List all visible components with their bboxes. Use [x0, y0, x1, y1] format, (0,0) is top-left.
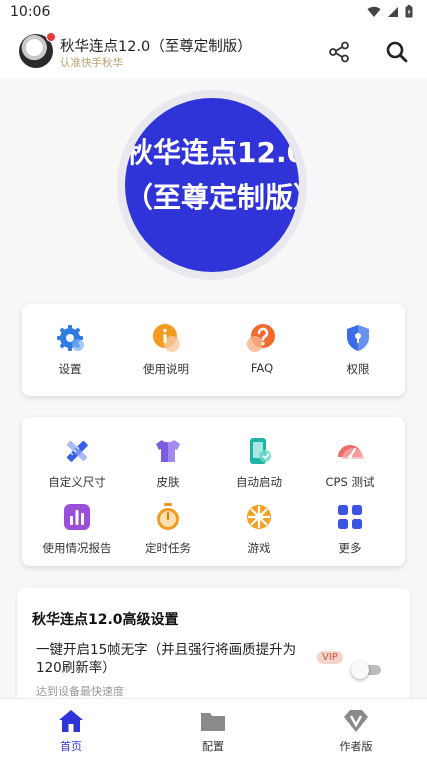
- quick-action-label: 权限: [346, 362, 370, 376]
- share-button[interactable]: [326, 39, 352, 65]
- quick-action-settings[interactable]: 设置: [22, 322, 118, 377]
- status-time: 10:06: [10, 4, 51, 20]
- vip-badge: VIP: [317, 651, 343, 664]
- app-title: 秋华连点12.0（至尊定制版）: [60, 39, 252, 55]
- app-bar: 秋华连点12.0（至尊定制版） 认准快手秋华: [0, 26, 427, 78]
- tool-label: 自定义尺寸: [48, 475, 106, 489]
- question-icon: [247, 324, 275, 352]
- shield-icon: [347, 325, 369, 351]
- nav-config[interactable]: 配置: [173, 709, 253, 754]
- toggle-knob: [351, 661, 369, 679]
- tool-label: 更多: [338, 541, 362, 555]
- tool-auto-start[interactable]: 自动启动: [211, 435, 307, 490]
- home-icon: [59, 710, 83, 732]
- advanced-settings-card: 秋华连点12.0高级设置 一键开启15帧无字（并且强行将画质提升为120刷新率）…: [17, 588, 410, 698]
- game-wheel-icon: [247, 505, 271, 529]
- tool-label: 游戏: [247, 541, 271, 555]
- tool-label: 自动启动: [236, 475, 282, 489]
- tool-more[interactable]: 更多: [302, 501, 398, 556]
- bar-chart-icon: [64, 504, 90, 530]
- start-circle-text: 秋华连点12.0（至尊定制版）: [125, 136, 299, 214]
- quick-action-permissions[interactable]: 权限: [310, 322, 406, 377]
- wifi-icon: [367, 6, 381, 17]
- start-circle-outer[interactable]: 秋华连点12.0（至尊定制版）: [117, 90, 307, 280]
- folder-icon: [201, 713, 225, 731]
- grid-more-icon: [338, 505, 362, 529]
- battery-icon: [405, 5, 413, 18]
- quick-action-label: 设置: [58, 362, 82, 376]
- status-icons: [367, 5, 413, 18]
- setting-option-text: 一键开启15帧无字（并且强行将画质提升为120刷新率）: [36, 642, 297, 676]
- setting-toggle[interactable]: [351, 661, 381, 679]
- info-icon: [153, 324, 180, 352]
- start-circle-button[interactable]: 秋华连点12.0（至尊定制版）: [125, 98, 299, 272]
- tool-label: 使用情况报告: [42, 541, 112, 555]
- tools-card: 自定义尺寸 皮肤 自动启动 CPS 测试 使用情况报告 定时任务 游戏 更多: [22, 417, 405, 566]
- app-subtitle: 认准快手秋华: [60, 57, 123, 69]
- tool-skin[interactable]: 皮肤: [120, 435, 216, 490]
- tool-custom-size[interactable]: 自定义尺寸: [29, 435, 125, 490]
- tshirt-icon: [156, 440, 180, 462]
- avatar[interactable]: [19, 32, 56, 68]
- notification-dot: [46, 32, 56, 42]
- tool-label: CPS 测试: [325, 475, 375, 489]
- status-bar: 10:06: [0, 0, 427, 26]
- diamond-v-icon: [344, 710, 368, 732]
- search-button[interactable]: [384, 39, 410, 65]
- advanced-settings-title: 秋华连点12.0高级设置: [32, 612, 179, 628]
- tool-label: 皮肤: [156, 475, 180, 489]
- ruler-pencil-icon: [67, 441, 88, 462]
- nav-author-edition[interactable]: 作者版: [316, 709, 396, 754]
- gear-icon: [57, 325, 84, 351]
- bottom-nav: 首页 配置 作者版: [0, 698, 427, 759]
- quick-actions-card: 设置 使用说明 FAQ 权限: [22, 304, 405, 396]
- tool-label: 定时任务: [145, 541, 191, 555]
- tool-game[interactable]: 游戏: [211, 501, 307, 556]
- quick-action-faq[interactable]: FAQ: [214, 322, 310, 375]
- speedometer-icon: [338, 445, 364, 459]
- tool-scheduled-task[interactable]: 定时任务: [120, 501, 216, 556]
- phone-launch-icon: [250, 438, 271, 464]
- tool-cps-test[interactable]: CPS 测试: [302, 435, 398, 490]
- nav-label: 配置: [202, 740, 224, 753]
- timer-icon: [157, 503, 179, 530]
- quick-action-label: FAQ: [250, 361, 274, 375]
- setting-hint: 达到设备最快速度: [36, 685, 124, 698]
- nav-home[interactable]: 首页: [31, 709, 111, 754]
- tool-usage-report[interactable]: 使用情况报告: [29, 501, 125, 556]
- signal-icon: [388, 6, 398, 17]
- share-icon: [329, 41, 349, 63]
- search-icon: [386, 41, 408, 63]
- nav-label: 作者版: [339, 740, 373, 753]
- nav-label: 首页: [60, 740, 82, 753]
- quick-action-instructions[interactable]: 使用说明: [118, 322, 214, 377]
- quick-action-label: 使用说明: [143, 362, 189, 376]
